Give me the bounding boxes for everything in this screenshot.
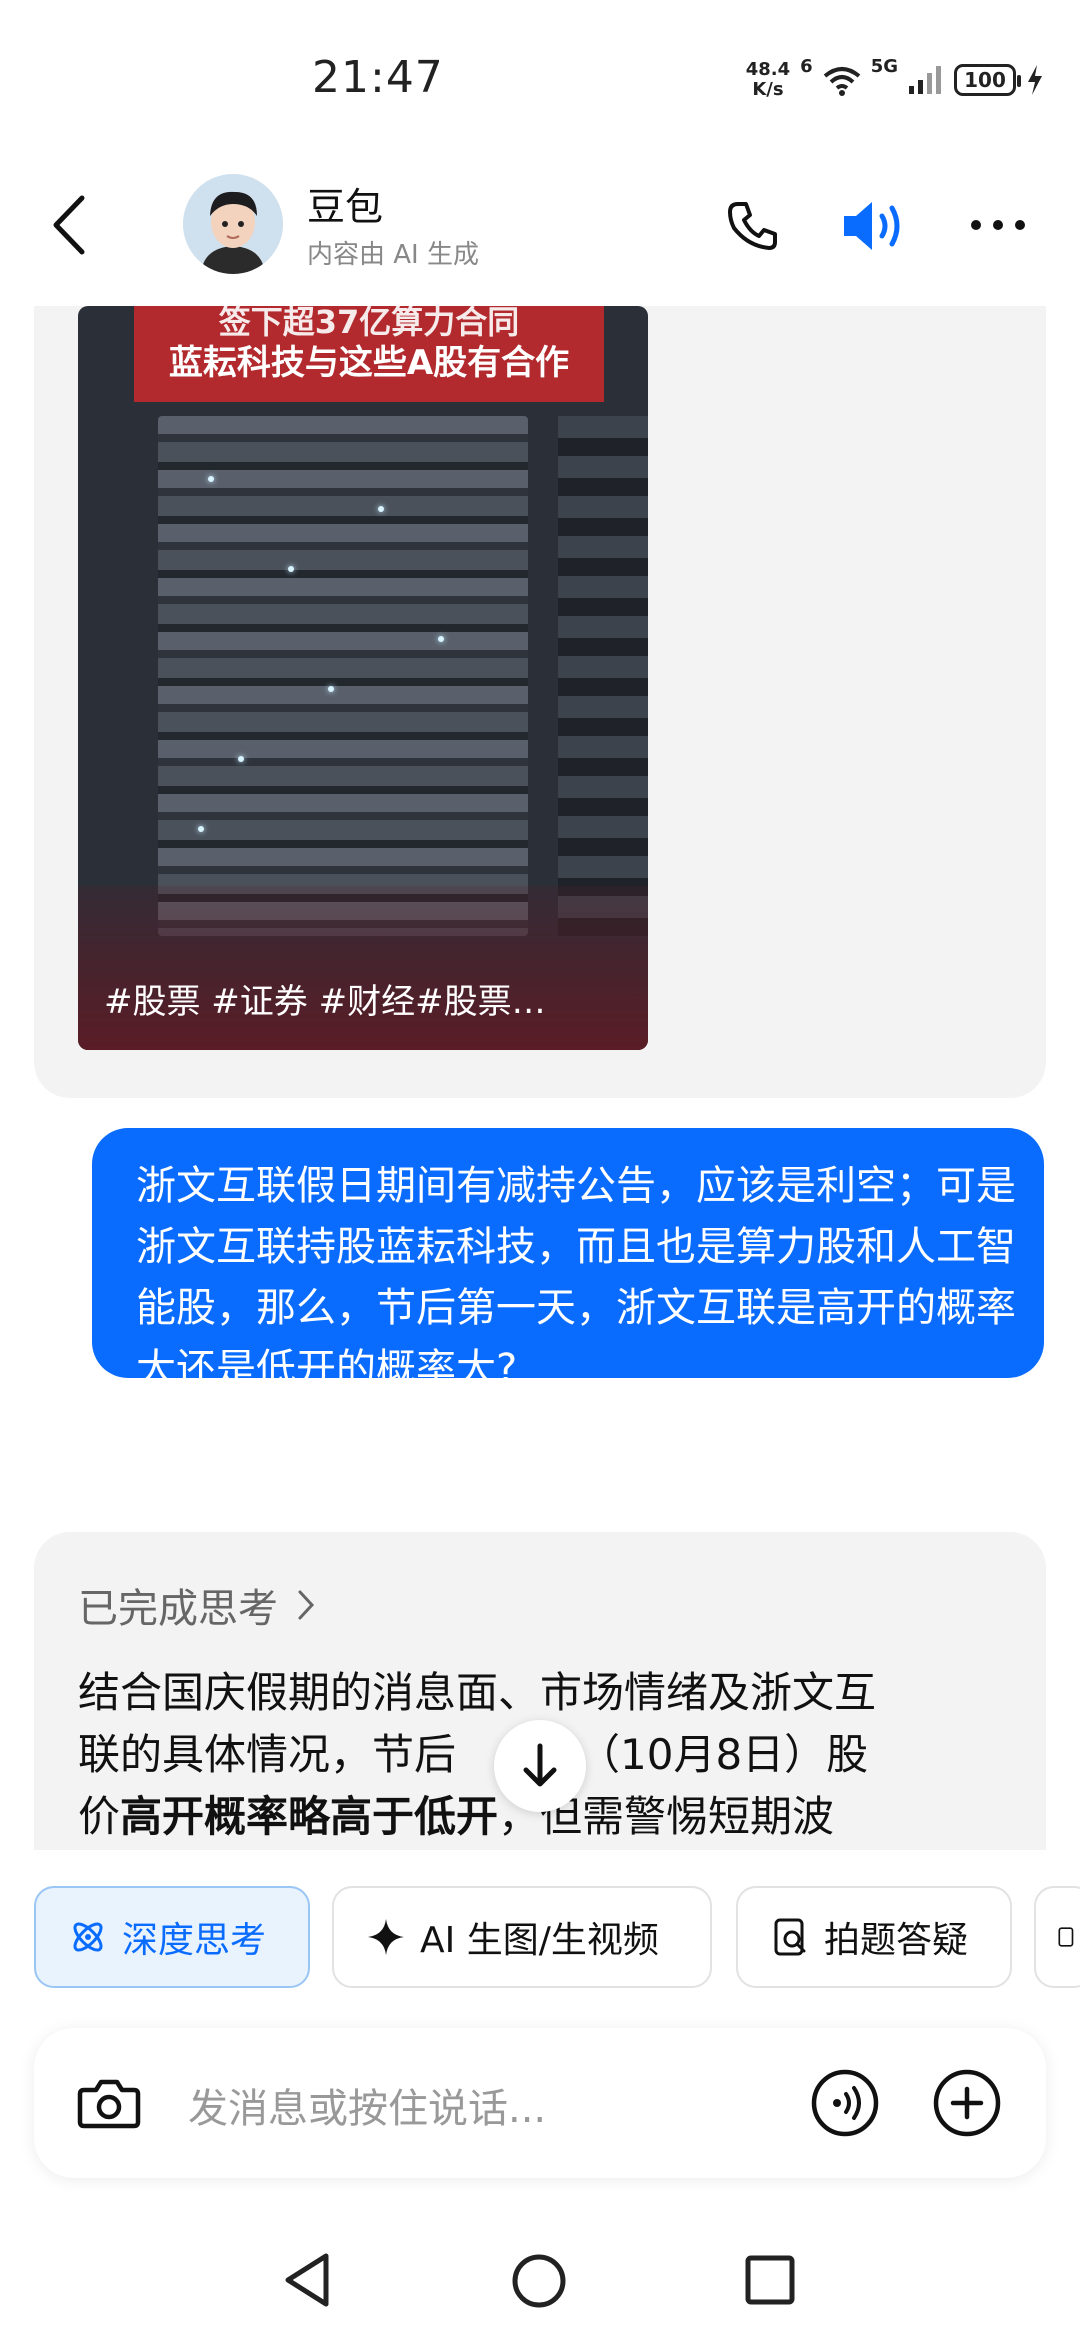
user-message-bubble: 浙文互联假日期间有减持公告，应该是利空；可是浙文互联持股蓝耘科技，而且也是算力股… bbox=[92, 1128, 1044, 1392]
chip-deep-thinking[interactable]: 深度思考 bbox=[34, 1886, 310, 1988]
chat-subtitle: 内容由 AI 生成 bbox=[307, 240, 479, 270]
plus-icon[interactable] bbox=[932, 2068, 1002, 2138]
thinking-toggle[interactable]: 已完成思考 bbox=[78, 1576, 316, 1634]
more-options-icon[interactable] bbox=[966, 210, 1030, 240]
nav-recents-icon[interactable] bbox=[744, 2254, 796, 2306]
clock: 21:47 bbox=[312, 52, 444, 103]
charging-icon bbox=[1028, 65, 1042, 95]
camera-icon[interactable] bbox=[74, 2068, 144, 2138]
back-arrow-icon[interactable] bbox=[44, 190, 94, 260]
wifi-icon bbox=[823, 67, 860, 96]
speaker-on-icon[interactable] bbox=[840, 196, 906, 256]
video-tags: #股票 #证券 #财经#股票… bbox=[104, 982, 546, 1022]
headline-banner: 签下超37亿算力合同 蓝耘科技与这些A股有合作 bbox=[134, 306, 604, 402]
chip-photo-question[interactable]: 拍题答疑 bbox=[736, 1886, 1012, 1988]
avatar[interactable] bbox=[183, 174, 283, 274]
phone-call-icon[interactable] bbox=[724, 198, 780, 254]
nav-back-icon[interactable] bbox=[280, 2250, 336, 2310]
message-input[interactable]: 发消息或按住说话... bbox=[188, 2076, 546, 2134]
news-video-thumbnail[interactable]: 签下超37亿算力合同 蓝耘科技与这些A股有合作 #股票 #证券 #财经#股票… bbox=[78, 306, 648, 1050]
user-message-text: 浙文互联假日期间有减持公告，应该是利空；可是浙文互联持股蓝耘科技，而且也是算力股… bbox=[136, 1163, 1016, 1392]
document-icon bbox=[1058, 1927, 1074, 1947]
chat-title: 豆包 bbox=[307, 185, 384, 229]
status-icons: 48.4 K/s 6 5G 100 bbox=[746, 56, 1044, 104]
avatar-face-icon bbox=[183, 174, 283, 274]
status-bar: 21:47 48.4 K/s 6 5G 100 bbox=[0, 0, 1080, 150]
system-navigation-bar bbox=[0, 2220, 1080, 2340]
nav-home-icon[interactable] bbox=[510, 2252, 568, 2310]
bot-message-card: 签下超37亿算力合同 蓝耘科技与这些A股有合作 #股票 #证券 #财经#股票… bbox=[34, 306, 1046, 1098]
chevron-right-icon bbox=[298, 1590, 315, 1620]
network-speed: 48.4 K/s bbox=[745, 59, 791, 100]
sparkle-icon bbox=[368, 1919, 404, 1955]
server-rack-image bbox=[158, 416, 528, 936]
server-rack-image-side bbox=[558, 416, 648, 936]
chip-ai-image-video[interactable]: AI 生图/生视频 bbox=[332, 1886, 712, 1988]
chip-more-partial[interactable] bbox=[1034, 1886, 1080, 1988]
wifi-badge: 6 bbox=[800, 56, 813, 77]
battery-indicator: 100 bbox=[954, 64, 1021, 96]
network-type: 5G bbox=[870, 56, 898, 77]
chat-header: 豆包 内容由 AI 生成 bbox=[0, 160, 1080, 290]
quick-action-chips: 深度思考 AI 生图/生视频 拍题答疑 bbox=[0, 1886, 1080, 1992]
scroll-to-bottom-button[interactable] bbox=[494, 1720, 586, 1812]
scan-question-icon bbox=[774, 1918, 806, 1956]
signal-icon bbox=[909, 66, 941, 94]
atom-icon bbox=[73, 1922, 103, 1952]
chat-messages[interactable]: 签下超37亿算力合同 蓝耘科技与这些A股有合作 #股票 #证券 #财经#股票… … bbox=[0, 306, 1080, 1850]
message-input-bar: 发消息或按住说话... bbox=[34, 2028, 1046, 2178]
voice-call-icon[interactable] bbox=[810, 2068, 880, 2138]
arrow-down-icon bbox=[523, 1743, 557, 1787]
